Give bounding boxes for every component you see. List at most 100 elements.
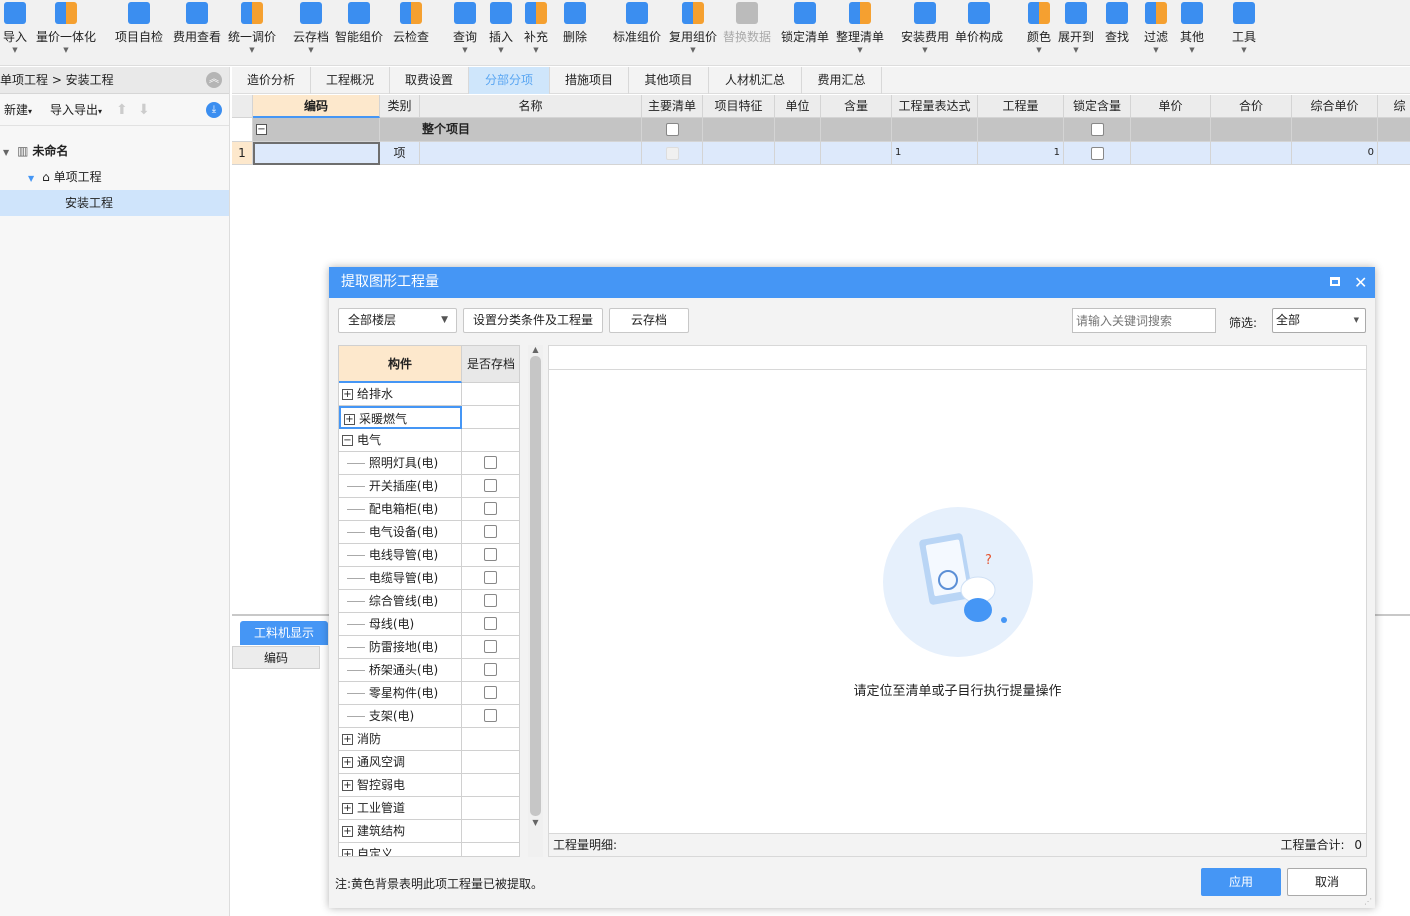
move-up-icon[interactable]: ⬆ (116, 94, 128, 126)
toolbar-replace-data-button[interactable]: 替换数据 (723, 0, 771, 62)
expand-icon[interactable]: + (342, 389, 353, 400)
collapse-icon[interactable]: − (256, 124, 267, 135)
toolbar-standard-price-button[interactable]: 标准组价 (613, 0, 661, 62)
dropdown-arrow-icon[interactable]: ▼ (36, 45, 96, 55)
archive-checkbox[interactable] (484, 548, 497, 561)
maximize-icon[interactable] (1330, 277, 1340, 286)
tab-4[interactable]: 措施项目 (550, 67, 629, 94)
tree-item[interactable]: + 消防 (339, 728, 519, 751)
archive-checkbox[interactable] (484, 663, 497, 676)
tab-3[interactable]: 分部分项 (469, 67, 550, 94)
scroll-thumb[interactable] (530, 356, 541, 816)
checkbox[interactable] (665, 123, 679, 136)
floor-select[interactable]: 全部楼层 ▼ (338, 308, 457, 333)
code-cell[interactable] (253, 142, 380, 165)
checkbox[interactable] (1090, 123, 1104, 136)
tree-item-single[interactable]: ▼ ⌂ 单项工程 (0, 164, 229, 190)
dropdown-arrow-icon[interactable]: ▼ (453, 45, 477, 55)
toolbar-adjust-price-button[interactable]: 统一调价 ▼ (228, 0, 276, 62)
close-icon[interactable]: ✕ (1354, 267, 1367, 298)
archive-checkbox[interactable] (484, 571, 497, 584)
tree-item[interactable]: + 建筑结构 (339, 820, 519, 843)
archive-checkbox[interactable] (484, 479, 497, 492)
expand-icon[interactable]: + (342, 803, 353, 814)
dropdown-arrow-icon[interactable]: ▼ (524, 45, 548, 55)
tree-item[interactable]: 零星构件(电) (339, 682, 519, 705)
resize-grip-icon[interactable]: ⋰ (1364, 897, 1372, 906)
collapse-up-icon[interactable]: ︽ (206, 72, 222, 88)
dropdown-arrow-icon[interactable]: ▼ (901, 45, 949, 55)
tab-6[interactable]: 人材机汇总 (709, 67, 802, 94)
tree-scrollbar[interactable]: ▲ ▼ (528, 345, 543, 857)
cancel-button[interactable]: 取消 (1287, 868, 1367, 896)
checkbox[interactable] (1090, 147, 1104, 160)
cloud-archive-button[interactable]: 云存档 (609, 308, 689, 333)
archive-checkbox[interactable] (484, 525, 497, 538)
toolbar-quantity-price-button[interactable]: 量价一体化 ▼ (36, 0, 96, 62)
qty-cell[interactable]: 1 (978, 142, 1064, 165)
tree-item[interactable]: + 工业管道 (339, 797, 519, 820)
toolbar-filter-button[interactable]: 过滤 ▼ (1144, 0, 1168, 62)
dropdown-arrow-icon[interactable]: ▼ (1058, 45, 1094, 55)
tree-item[interactable]: 电线导管(电) (339, 544, 519, 567)
toolbar-trash-button[interactable]: 删除 (563, 0, 587, 62)
tree-item-install[interactable]: 安装工程 (0, 190, 229, 216)
tree-item[interactable]: 支架(电) (339, 705, 519, 728)
expand-icon[interactable]: + (344, 414, 355, 425)
dropdown-arrow-icon[interactable]: ▼ (1027, 45, 1051, 55)
tree-item[interactable]: 配电箱柜(电) (339, 498, 519, 521)
expand-icon[interactable]: + (342, 780, 353, 791)
tab-labor-material[interactable]: 工料机显示 (240, 621, 328, 645)
toolbar-lock-button[interactable]: 锁定清单 (781, 0, 829, 62)
toolbar-reuse-price-button[interactable]: 复用组价 ▼ (669, 0, 717, 62)
toolbar-paint-bucket-button[interactable]: 颜色 ▼ (1027, 0, 1051, 62)
toolbar-smart-price-button[interactable]: 智能组价 (335, 0, 383, 62)
tree-item[interactable]: 防雷接地(电) (339, 636, 519, 659)
collapse-icon[interactable]: − (342, 435, 353, 446)
tree-item[interactable]: + 自定义 (339, 843, 519, 856)
filter-select[interactable]: 全部 ▼ (1272, 308, 1366, 333)
tree-item[interactable]: 母线(电) (339, 613, 519, 636)
expr-cell[interactable]: 1 (892, 142, 978, 165)
tree-item[interactable]: + 通风空调 (339, 751, 519, 774)
name-cell[interactable] (420, 142, 642, 165)
tree-item[interactable]: 电缆导管(电) (339, 567, 519, 590)
toolbar-import-button[interactable]: 导入 ▼ (3, 0, 27, 62)
dropdown-arrow-icon[interactable]: ▼ (489, 45, 513, 55)
toolbar-cloud-search-button[interactable]: 云检查 (393, 0, 429, 62)
toolbar-query-button[interactable]: 查询 ▼ (453, 0, 477, 62)
dropdown-arrow-icon[interactable]: ▼ (669, 45, 717, 55)
tree-item[interactable]: 照明灯具(电) (339, 452, 519, 475)
archive-checkbox[interactable] (484, 640, 497, 653)
tab-5[interactable]: 其他项目 (629, 67, 709, 94)
tree-item[interactable]: 开关插座(电) (339, 475, 519, 498)
toolbar-grid-apps-button[interactable]: 其他 ▼ (1180, 0, 1204, 62)
dropdown-arrow-icon[interactable]: ▼ (3, 45, 27, 55)
toolbar-install-fee-button[interactable]: 安装费用 ▼ (901, 0, 949, 62)
archive-checkbox[interactable] (484, 594, 497, 607)
dropdown-arrow-icon[interactable]: ▼ (1180, 45, 1204, 55)
toolbar-tools-button[interactable]: 工具 ▼ (1232, 0, 1256, 62)
toolbar-cloud-upload-button[interactable]: 云存档 ▼ (293, 0, 329, 62)
download-icon[interactable]: ⤓ (206, 102, 222, 118)
dropdown-arrow-icon[interactable]: ▼ (836, 45, 884, 55)
dropdown-arrow-icon[interactable]: ▼ (1232, 45, 1256, 55)
expand-icon[interactable]: + (342, 757, 353, 768)
toolbar-supplement-button[interactable]: 补充 ▼ (524, 0, 548, 62)
move-down-icon[interactable]: ⬇ (138, 94, 150, 126)
expand-icon[interactable]: + (342, 734, 353, 745)
tab-0[interactable]: 造价分析 (232, 67, 311, 94)
keyword-search-input[interactable] (1072, 308, 1216, 333)
toolbar-insert-button[interactable]: 插入 ▼ (489, 0, 513, 62)
set-classification-button[interactable]: 设置分类条件及工程量 (463, 308, 603, 333)
tree-item[interactable]: 桥架通头(电) (339, 659, 519, 682)
tree-item-project[interactable]: ▼ ▥ 未命名 (0, 138, 229, 164)
new-button[interactable]: 新建▾ (4, 94, 32, 128)
dropdown-arrow-icon[interactable]: ▼ (1144, 45, 1168, 55)
expand-icon[interactable]: + (342, 826, 353, 837)
tree-item[interactable]: − 电气 (339, 429, 519, 452)
archive-checkbox[interactable] (484, 456, 497, 469)
tab-7[interactable]: 费用汇总 (802, 67, 882, 94)
tree-item[interactable]: 电气设备(电) (339, 521, 519, 544)
toolbar-fee-view-button[interactable]: 费用查看 (173, 0, 221, 62)
